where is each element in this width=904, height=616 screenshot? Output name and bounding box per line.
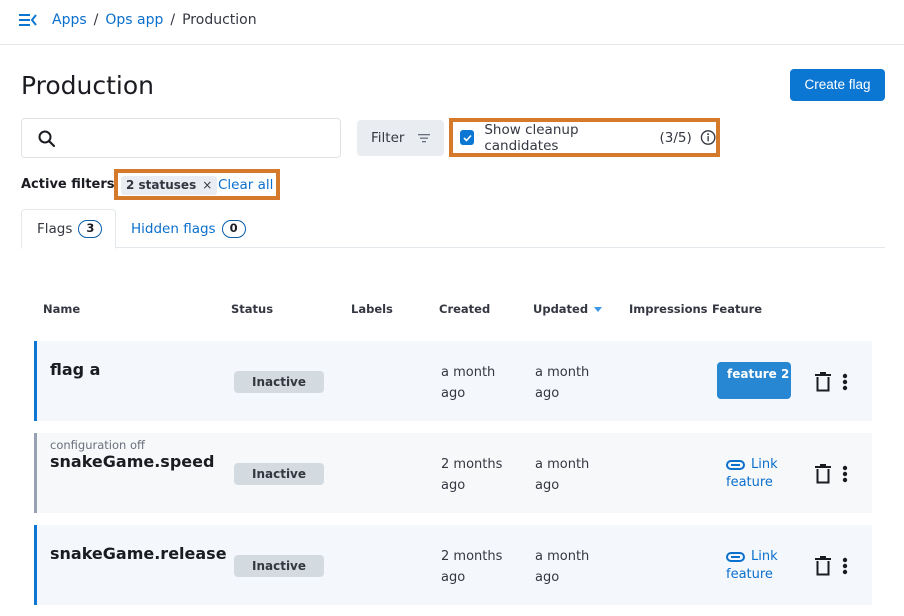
table-row[interactable]: flag a Inactive a month ago a month ago fe… (34, 341, 872, 421)
trash-icon[interactable] (815, 556, 831, 576)
sort-descending-icon (594, 307, 603, 312)
column-header-status[interactable]: Status (231, 302, 273, 316)
more-actions-icon[interactable] (841, 373, 849, 391)
cleanup-checkbox[interactable] (460, 130, 475, 145)
create-flag-button[interactable]: Create flag (790, 69, 885, 101)
flag-name[interactable]: flag a (50, 360, 100, 379)
link-icon (726, 551, 745, 562)
status-badge: Inactive (234, 555, 324, 577)
created-line-2: ago (441, 478, 466, 493)
clear-all-link[interactable]: Clear all (218, 176, 273, 195)
trash-icon[interactable] (815, 464, 831, 484)
status-badge: Inactive (234, 371, 324, 393)
created-line-1: a month (441, 365, 496, 380)
created-line-2: ago (441, 570, 466, 585)
updated-line-2: ago (535, 570, 560, 585)
search-field[interactable] (21, 118, 341, 158)
column-header-created[interactable]: Created (439, 302, 490, 316)
created-date: 2 months ago (441, 454, 521, 496)
link-feature-label-1: Link (751, 457, 778, 472)
link-icon (726, 459, 745, 470)
filter-icon (418, 134, 431, 143)
filter-chip: 2 statuses × (121, 176, 218, 195)
top-bar: Apps / Ops app / Production (0, 0, 904, 45)
filter-button[interactable]: Filter (357, 120, 444, 156)
created-date: a month ago (441, 362, 521, 404)
filter-chip-label: 2 statuses (126, 178, 197, 192)
tab-hidden-flags-count: 0 (221, 220, 246, 238)
link-feature-label-2: feature (726, 475, 773, 490)
tab-hidden-flags-label: Hidden flags (131, 221, 216, 237)
created-line-1: 2 months (441, 457, 503, 472)
link-feature-button[interactable]: Link feature (726, 548, 786, 584)
link-feature-label-1: Link (751, 549, 778, 564)
column-header-feature[interactable]: Feature (712, 302, 762, 316)
link-feature-button[interactable]: Link feature (726, 456, 786, 492)
created-line-2: ago (441, 386, 466, 401)
updated-line-1: a month (535, 365, 590, 380)
breadcrumb-current: Production (182, 12, 257, 28)
status-badge: Inactive (234, 463, 324, 485)
info-icon[interactable] (700, 129, 716, 146)
tab-flags-count: 3 (78, 220, 103, 238)
column-header-impressions[interactable]: Impressions (629, 302, 708, 316)
breadcrumb-ops-app[interactable]: Ops app (105, 11, 163, 29)
updated-line-1: a month (535, 457, 590, 472)
flag-name[interactable]: snakeGame.release (50, 544, 227, 563)
remove-filter-icon[interactable]: × (202, 176, 212, 195)
created-date: 2 months ago (441, 546, 521, 588)
updated-line-1: a month (535, 549, 590, 564)
breadcrumb-separator: / (93, 12, 99, 28)
collapse-menu-icon[interactable] (19, 12, 37, 28)
more-actions-icon[interactable] (841, 465, 849, 483)
active-filters-label: Active filters: (21, 177, 120, 192)
table-row[interactable]: configuration off snakeGame.speed Inacti… (34, 433, 872, 513)
cleanup-count: (3/5) (659, 129, 692, 146)
tab-flags-label: Flags (37, 221, 73, 237)
flag-subtitle: configuration off (50, 438, 145, 452)
updated-line-2: ago (535, 386, 560, 401)
trash-icon[interactable] (815, 372, 831, 392)
tab-flags[interactable]: Flags 3 (21, 209, 116, 249)
search-input[interactable] (68, 119, 338, 157)
breadcrumb-apps[interactable]: Apps (52, 11, 87, 29)
breadcrumb: Apps / Ops app / Production (52, 11, 257, 29)
column-header-updated-label: Updated (533, 302, 589, 316)
filter-label: Filter (371, 130, 405, 146)
column-header-updated[interactable]: Updated (533, 302, 603, 316)
updated-date: a month ago (535, 454, 615, 496)
column-header-name[interactable]: Name (43, 302, 80, 316)
page-title: Production (21, 71, 155, 100)
search-icon (38, 130, 56, 148)
column-header-labels[interactable]: Labels (351, 302, 393, 316)
active-filters-group: 2 statuses × Clear all (114, 169, 280, 200)
link-feature-label-2: feature (726, 567, 773, 582)
tab-hidden-flags[interactable]: Hidden flags 0 (131, 209, 246, 249)
more-actions-icon[interactable] (841, 557, 849, 575)
updated-line-2: ago (535, 478, 560, 493)
table-row[interactable]: snakeGame.release Inactive 2 months ago a… (34, 525, 872, 605)
flag-name[interactable]: snakeGame.speed (50, 452, 214, 471)
breadcrumb-separator: / (170, 12, 176, 28)
updated-date: a month ago (535, 362, 615, 404)
updated-date: a month ago (535, 546, 615, 588)
feature-badge[interactable]: feature 2 (717, 362, 791, 399)
cleanup-candidates-toggle[interactable]: Show cleanup candidates (3/5) (449, 118, 720, 157)
check-icon (463, 134, 472, 142)
created-line-1: 2 months (441, 549, 503, 564)
cleanup-label: Show cleanup candidates (484, 121, 579, 154)
